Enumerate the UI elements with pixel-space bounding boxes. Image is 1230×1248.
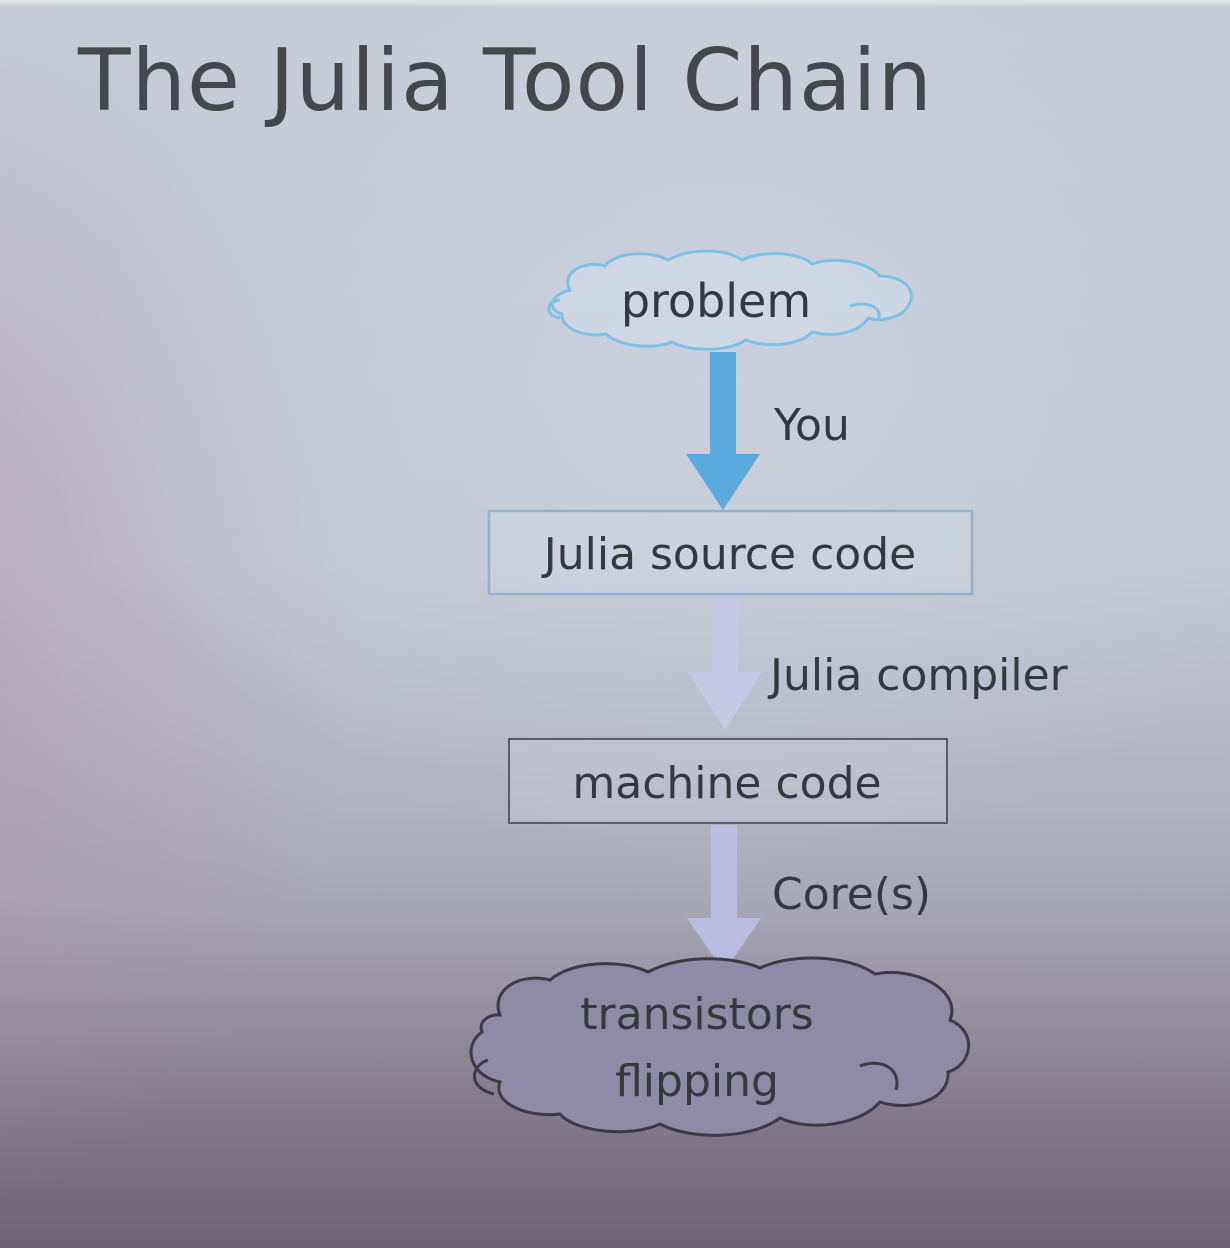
arrow-cores-shaft bbox=[711, 825, 737, 921]
transistors-label-line1: transistors bbox=[580, 989, 813, 1040]
machine-code-label: machine code bbox=[572, 758, 881, 809]
transistors-cloud-shape bbox=[469, 956, 970, 1137]
edge-compiler-label: Julia compiler bbox=[767, 650, 1069, 701]
arrow-compiler-head bbox=[688, 672, 762, 730]
arrow-you: You bbox=[686, 352, 850, 510]
arrow-you-head bbox=[686, 454, 760, 510]
slide: The Julia Tool Chain problem You Julia s… bbox=[0, 0, 1230, 1248]
arrow-cores: Core(s) bbox=[687, 825, 931, 972]
arrow-you-shaft bbox=[710, 352, 736, 456]
source-code-box: Julia source code bbox=[487, 509, 974, 596]
problem-cloud: problem bbox=[547, 249, 913, 351]
arrow-compiler: Julia compiler bbox=[688, 596, 1069, 730]
machine-code-box: machine code bbox=[508, 738, 948, 824]
arrow-compiler-shaft bbox=[712, 596, 738, 674]
source-code-label: Julia source code bbox=[541, 529, 916, 580]
transistors-label-line2: flipping bbox=[615, 1056, 779, 1107]
transistors-cloud: transistors flipping bbox=[469, 956, 970, 1137]
edge-cores-label: Core(s) bbox=[772, 869, 931, 920]
toolchain-diagram: problem You Julia source code Julia comp… bbox=[469, 249, 1069, 1137]
problem-label: problem bbox=[621, 274, 811, 328]
edge-you-label: You bbox=[773, 400, 850, 451]
